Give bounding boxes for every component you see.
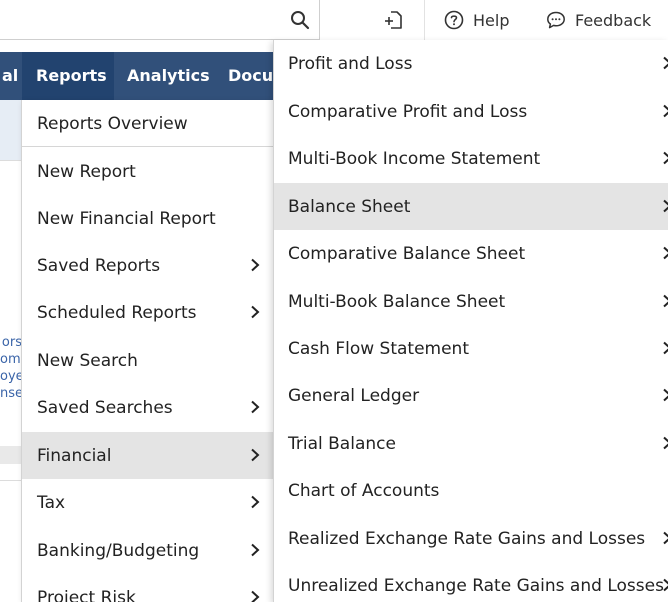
page-section-band <box>0 446 22 464</box>
toolbar-separator <box>424 0 425 40</box>
help-button[interactable]: Help <box>443 0 509 40</box>
submenu-item-label: Realized Exchange Rate Gains and Losses <box>288 528 646 549</box>
menu-item-saved-searches[interactable]: Saved Searches <box>22 384 273 431</box>
menu-item-label: Scheduled Reports <box>37 302 197 323</box>
submenu-item-multi-book-income-statement[interactable]: Multi-Book Income Statement <box>274 135 668 182</box>
chevron-right-icon <box>251 448 260 462</box>
submenu-item-comparative-balance-sheet[interactable]: Comparative Balance Sheet <box>274 230 668 277</box>
nav-tab-reports[interactable]: Reports <box>22 52 114 100</box>
submenu-item-profit-and-loss[interactable]: Profit and Loss <box>274 40 668 87</box>
chevron-right-icon <box>663 388 668 402</box>
menu-item-scheduled-reports[interactable]: Scheduled Reports <box>22 289 273 336</box>
background-link[interactable]: ome <box>0 352 22 367</box>
nav-tab-analytics-label: Analytics <box>127 66 210 85</box>
submenu-item-general-ledger[interactable]: General Ledger <box>274 372 668 419</box>
menu-item-financial[interactable]: Financial <box>22 432 273 479</box>
submenu-item-realized-exchange-rate[interactable]: Realized Exchange Rate Gains and Losses <box>274 515 668 562</box>
menu-item-label: Saved Searches <box>37 397 173 418</box>
menu-item-label: Reports Overview <box>37 113 188 134</box>
chevron-right-icon <box>251 543 260 557</box>
menu-item-banking-budgeting[interactable]: Banking/Budgeting <box>22 527 273 574</box>
submenu-item-label: Profit and Loss <box>288 53 413 74</box>
submenu-item-label: Multi-Book Balance Sheet <box>288 291 506 312</box>
submenu-item-label: Comparative Profit and Loss <box>288 101 528 122</box>
financial-submenu: Profit and Loss Comparative Profit and L… <box>273 40 668 602</box>
submenu-item-label: Multi-Book Income Statement <box>288 148 541 169</box>
reports-dropdown-menu: Reports Overview New Report New Financia… <box>21 100 273 602</box>
feedback-button[interactable]: Feedback <box>545 0 651 40</box>
nav-tab-analytics[interactable]: Analytics <box>114 52 214 100</box>
global-search-input[interactable] <box>0 0 320 40</box>
submenu-item-trial-balance[interactable]: Trial Balance <box>274 420 668 467</box>
menu-item-label: Project Risk <box>37 588 136 602</box>
menu-item-label: New Financial Report <box>37 208 216 229</box>
chevron-right-icon <box>663 578 668 592</box>
menu-item-new-search[interactable]: New Search <box>22 337 273 384</box>
menu-item-tax[interactable]: Tax <box>22 479 273 526</box>
menu-item-label: Tax <box>37 492 66 513</box>
nav-tab-documents-label: Docu <box>228 66 273 85</box>
background-link[interactable]: oye <box>0 369 22 384</box>
menu-item-new-financial-report[interactable]: New Financial Report <box>22 195 273 242</box>
submenu-item-unrealized-exchange-rate[interactable]: Unrealized Exchange Rate Gains and Losse… <box>274 562 668 602</box>
chevron-right-icon <box>251 495 260 509</box>
chevron-right-icon <box>663 341 668 355</box>
submenu-item-label: Unrealized Exchange Rate Gains and Losse… <box>288 575 664 596</box>
menu-item-label: Banking/Budgeting <box>37 540 200 561</box>
background-link[interactable]: nse <box>0 386 22 401</box>
help-label: Help <box>473 10 510 30</box>
page-divider <box>0 480 22 481</box>
nav-tab-reports-label: Reports <box>36 66 107 85</box>
chevron-right-icon <box>663 246 668 260</box>
background-link[interactable]: ors <box>0 335 22 350</box>
menu-item-label: Financial <box>37 445 112 466</box>
submenu-item-cash-flow-statement[interactable]: Cash Flow Statement <box>274 325 668 372</box>
nav-tab-partial[interactable]: al <box>0 52 21 100</box>
chevron-right-icon <box>663 436 668 450</box>
submenu-item-label: Cash Flow Statement <box>288 338 469 359</box>
submenu-item-label: General Ledger <box>288 385 420 406</box>
chevron-right-icon <box>663 531 668 545</box>
submenu-item-multi-book-balance-sheet[interactable]: Multi-Book Balance Sheet <box>274 278 668 325</box>
search-icon[interactable] <box>288 8 312 32</box>
menu-item-saved-reports[interactable]: Saved Reports <box>22 242 273 289</box>
page-divider <box>0 160 22 161</box>
create-new-icon[interactable] <box>382 8 406 32</box>
chevron-right-icon <box>663 294 668 308</box>
feedback-icon <box>547 11 565 29</box>
chevron-right-icon <box>251 590 260 602</box>
submenu-item-label: Trial Balance <box>288 433 396 454</box>
chevron-right-icon <box>663 56 668 70</box>
menu-item-new-report[interactable]: New Report <box>22 148 273 195</box>
chevron-right-icon <box>663 151 668 165</box>
submenu-item-label: Balance Sheet <box>288 196 411 217</box>
feedback-label: Feedback <box>575 10 652 30</box>
submenu-item-chart-of-accounts[interactable]: Chart of Accounts <box>274 467 668 514</box>
chevron-right-icon <box>251 400 260 414</box>
chevron-right-icon <box>251 258 260 272</box>
menu-item-label: Saved Reports <box>37 255 161 276</box>
menu-item-project-risk[interactable]: Project Risk <box>22 574 273 602</box>
menu-item-label: New Report <box>37 161 136 182</box>
help-icon <box>444 10 464 30</box>
page-header-band <box>0 100 22 160</box>
nav-tab-partial-label: al <box>2 66 19 85</box>
submenu-item-balance-sheet[interactable]: Balance Sheet <box>274 183 668 230</box>
chevron-right-icon <box>663 199 668 213</box>
top-utility-bar: Help Feedback <box>0 0 668 40</box>
submenu-item-label: Comparative Balance Sheet <box>288 243 526 264</box>
nav-tab-documents[interactable]: Docu <box>214 52 273 100</box>
chevron-right-icon <box>663 104 668 118</box>
chevron-right-icon <box>251 305 260 319</box>
submenu-item-comparative-profit-and-loss[interactable]: Comparative Profit and Loss <box>274 88 668 135</box>
menu-item-label: New Search <box>37 350 138 371</box>
submenu-item-label: Chart of Accounts <box>288 480 440 501</box>
menu-item-reports-overview[interactable]: Reports Overview <box>22 100 273 147</box>
menu-divider <box>22 146 273 147</box>
